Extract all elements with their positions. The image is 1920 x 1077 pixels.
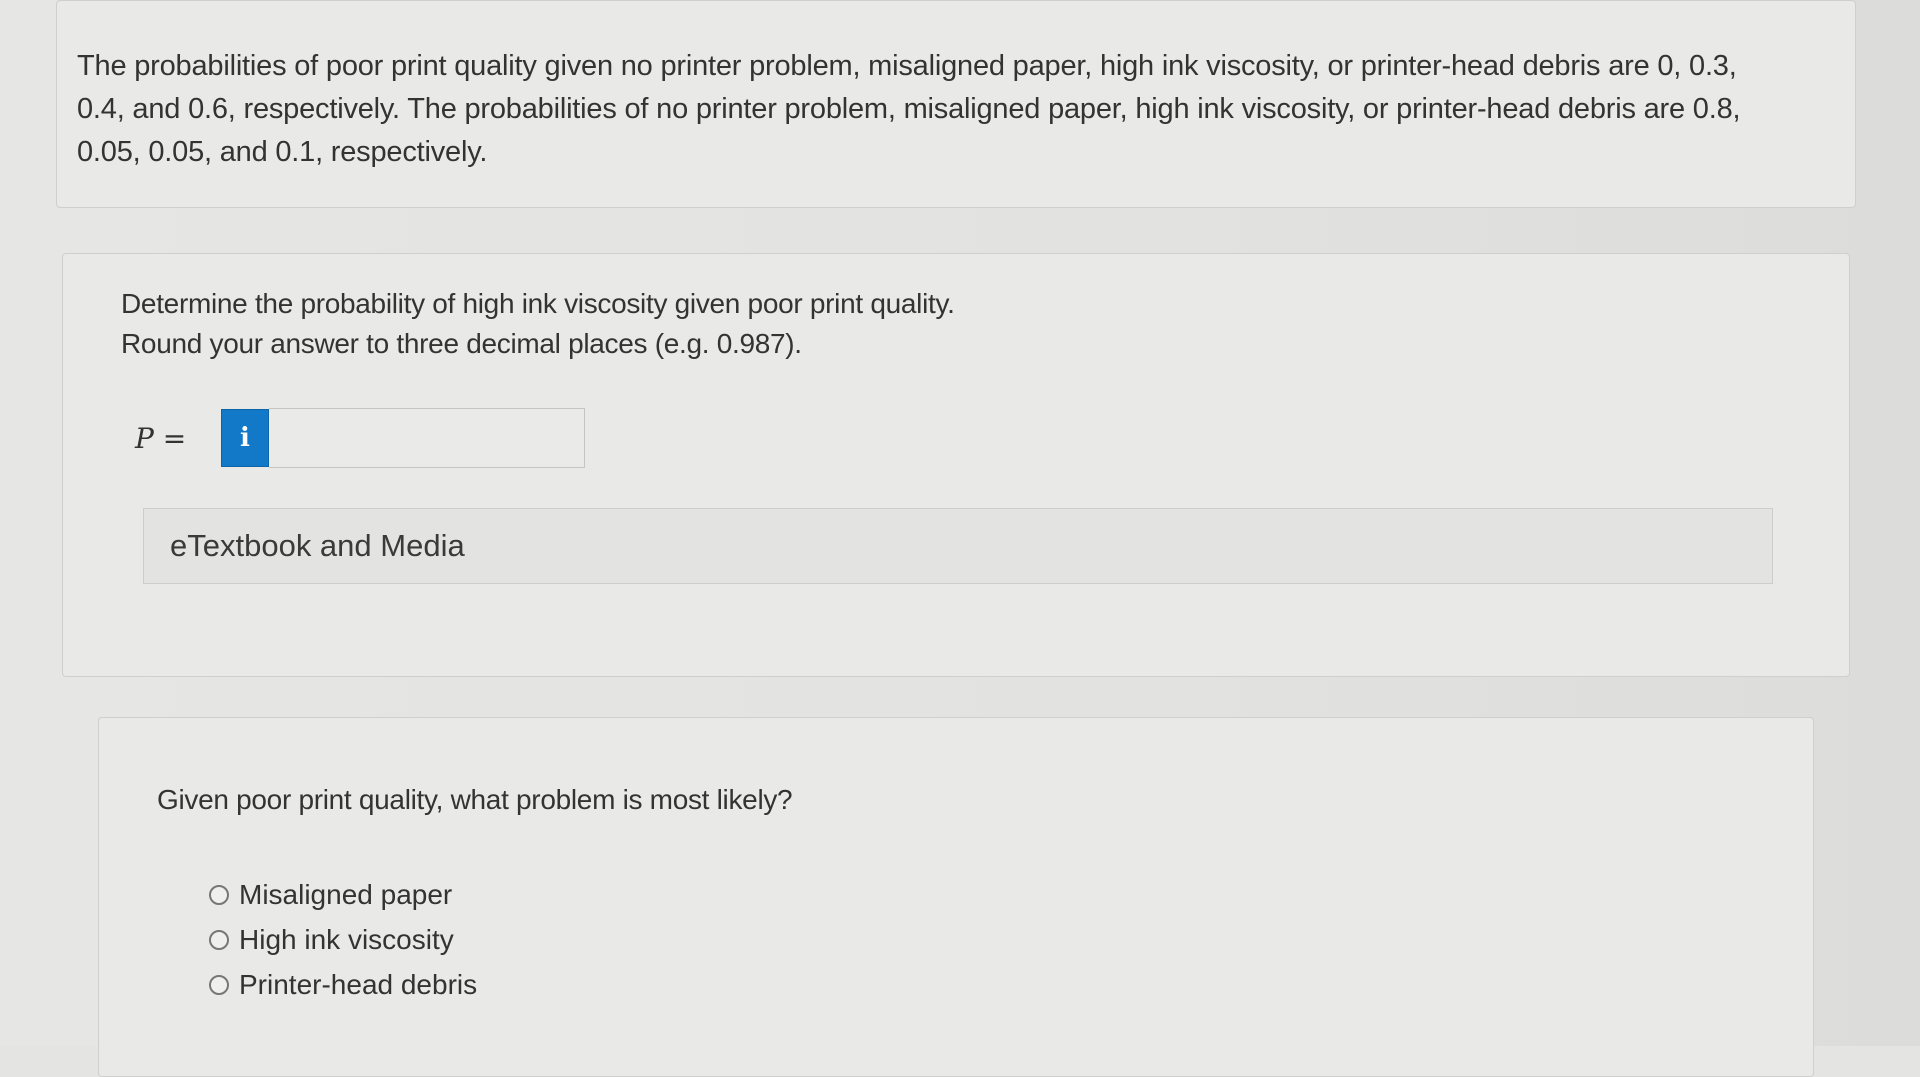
answer-row: P = i: [135, 408, 585, 468]
info-icon[interactable]: i: [221, 409, 269, 467]
option-misaligned-paper[interactable]: Misaligned paper: [209, 872, 1755, 917]
option-label: Printer-head debris: [239, 968, 478, 1000]
option-label: High ink viscosity: [239, 923, 454, 955]
radio-icon[interactable]: [209, 929, 229, 950]
answer-input[interactable]: [269, 408, 585, 468]
question-1-text: Determine the probability of high ink vi…: [121, 284, 1791, 364]
question-1-line-2: Round your answer to three decimal place…: [121, 328, 802, 359]
option-high-ink-viscosity[interactable]: High ink viscosity: [209, 917, 1755, 962]
question-2-text: Given poor print quality, what problem i…: [157, 784, 793, 815]
info-icon-glyph: i: [240, 423, 250, 453]
radio-icon[interactable]: [209, 884, 229, 905]
etextbook-and-media-label: eTextbook and Media: [170, 528, 465, 563]
option-printer-head-debris[interactable]: Printer-head debris: [209, 962, 1755, 1007]
problem-text: The probabilities of poor print quality …: [77, 45, 1835, 174]
problem-statement-card: The probabilities of poor print quality …: [56, 0, 1856, 208]
answer-label: P =: [135, 421, 187, 455]
problem-text-line-1: The probabilities of poor print quality …: [77, 50, 1737, 82]
etextbook-and-media-button[interactable]: eTextbook and Media: [143, 508, 1773, 584]
question-part-1-card: Determine the probability of high ink vi…: [62, 253, 1850, 677]
problem-text-line-2: 0.4, and 0.6, respectively. The probabil…: [77, 93, 1741, 125]
radio-icon[interactable]: [209, 974, 229, 995]
question-1-line-1: Determine the probability of high ink vi…: [121, 288, 955, 319]
option-label: Misaligned paper: [239, 878, 453, 910]
answer-options: Misaligned paper High ink viscosity Prin…: [209, 872, 1755, 1007]
problem-text-line-3: 0.05, 0.05, and 0.1, respectively.: [77, 136, 488, 168]
page: The probabilities of poor print quality …: [0, 0, 1920, 1077]
question-part-2-card: Given poor print quality, what problem i…: [98, 717, 1814, 1077]
